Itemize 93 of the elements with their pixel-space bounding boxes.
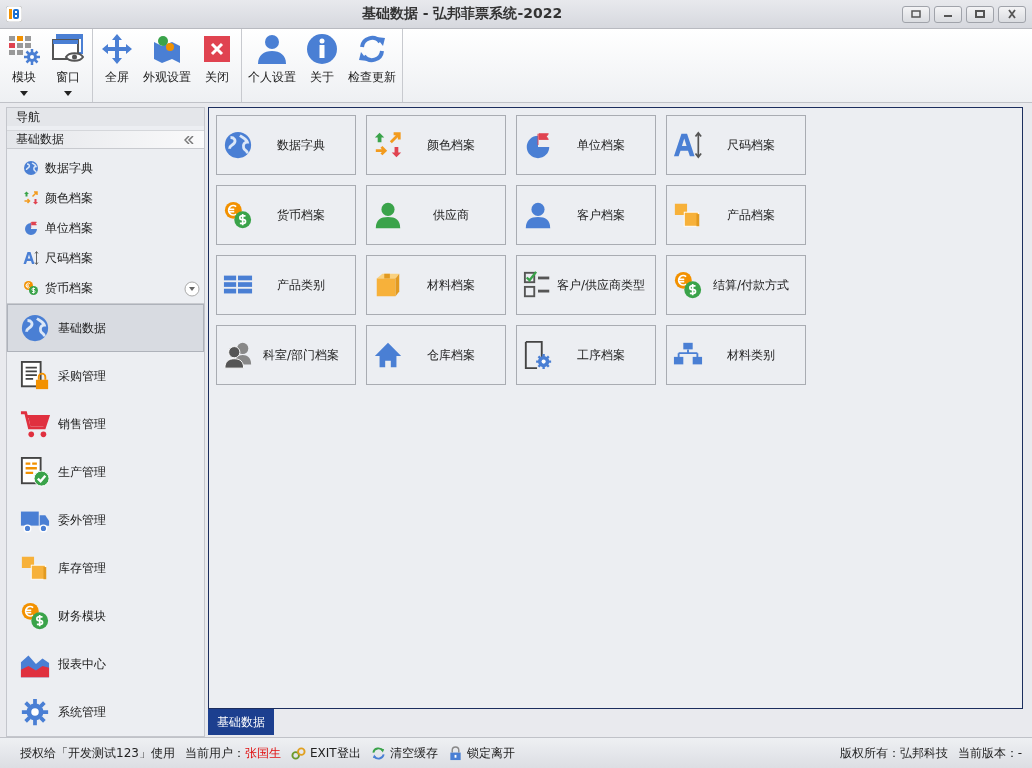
tile-button[interactable]: 供应商 <box>366 185 506 245</box>
user-icon <box>256 33 288 65</box>
link-icon <box>290 745 306 761</box>
nav-item[interactable]: 数据字典 <box>7 153 204 183</box>
pie-flag-icon <box>23 220 39 236</box>
refresh-icon <box>356 33 388 65</box>
arrows-icon <box>373 130 403 160</box>
nav-item[interactable]: 颜色档案 <box>7 183 204 213</box>
window-title: 基础数据 - 弘邦菲票系统-2022 <box>360 5 564 23</box>
current-user-label: 当前用户： <box>184 744 245 762</box>
tile-button[interactable]: 货币档案 <box>216 185 356 245</box>
copyright-text: 版权所有：弘邦科技 <box>839 744 948 762</box>
maximize-icon <box>974 9 986 19</box>
document-gear-icon <box>523 340 553 370</box>
nav-header: 导航 <box>7 108 204 126</box>
tile-button[interactable]: 材料档案 <box>366 255 506 315</box>
module-item[interactable]: 委外管理 <box>7 496 204 544</box>
module-grid-icon <box>8 33 40 65</box>
nav-item[interactable]: 货币档案 <box>7 273 204 303</box>
current-user-name: 张国生 <box>244 744 281 762</box>
tile-button[interactable]: 客户档案 <box>516 185 656 245</box>
tile-button[interactable]: 结算/付款方式 <box>666 255 806 315</box>
frame-icon <box>910 9 922 19</box>
toolbar-button[interactable]: 模块 <box>2 29 46 102</box>
tile-button[interactable]: 产品类别 <box>216 255 356 315</box>
person-icon <box>373 200 403 230</box>
close-icon <box>1006 9 1018 19</box>
coins-icon <box>23 280 39 296</box>
size-icon <box>23 250 39 266</box>
coins-icon <box>20 601 50 631</box>
status-action-button[interactable]: EXIT登出 <box>290 744 361 762</box>
nav-group-title: 基础数据 <box>16 131 64 148</box>
tile-button[interactable]: 科室/部门档案 <box>216 325 356 385</box>
nav-item[interactable]: 单位档案 <box>7 213 204 243</box>
arrows-icon <box>23 190 39 206</box>
tile-button[interactable]: 数据字典 <box>216 115 356 175</box>
close-icon <box>201 33 233 65</box>
tile-button[interactable]: 客户/供应商类型 <box>516 255 656 315</box>
coins-icon <box>223 200 253 230</box>
toolbar-button[interactable]: 检查更新 <box>344 29 400 102</box>
toolbar-button[interactable]: 窗口 <box>46 29 90 102</box>
person-icon <box>523 200 553 230</box>
document-tab[interactable]: 基础数据 <box>208 709 274 735</box>
module-item[interactable]: 采购管理 <box>7 352 204 400</box>
maximize-button[interactable] <box>966 5 994 23</box>
tile-button[interactable]: 产品档案 <box>666 185 806 245</box>
globe-icon <box>223 130 253 160</box>
status-action-button[interactable]: 锁定离开 <box>447 744 515 762</box>
globe-icon <box>23 160 39 176</box>
module-item[interactable]: 基础数据 <box>7 304 204 352</box>
toolbar-button[interactable]: 个人设置 <box>244 29 300 102</box>
module-item[interactable]: 财务模块 <box>7 592 204 640</box>
move-arrows-icon <box>101 33 133 65</box>
globe-icon <box>20 313 50 343</box>
people-icon <box>223 340 253 370</box>
license-text: 授权给「开发测试123」使用 <box>20 744 175 762</box>
tile-button[interactable]: 颜色档案 <box>366 115 506 175</box>
toolbar-button[interactable]: 关闭 <box>195 29 239 102</box>
recycle-icon <box>370 745 386 761</box>
scroll-down-icon[interactable] <box>184 281 200 297</box>
fullscreen-button[interactable] <box>902 5 930 23</box>
close-button[interactable] <box>998 5 1026 23</box>
lock-icon <box>447 745 463 761</box>
module-item[interactable]: 报表中心 <box>7 640 204 688</box>
collapse-icon[interactable] <box>184 135 194 144</box>
minimize-button[interactable] <box>934 5 962 23</box>
tile-button[interactable]: 单位档案 <box>516 115 656 175</box>
module-item[interactable]: 销售管理 <box>7 400 204 448</box>
window-eye-icon <box>52 33 84 65</box>
cart-icon <box>20 409 50 439</box>
tile-button[interactable]: 材料类别 <box>666 325 806 385</box>
app-logo-icon <box>6 6 22 22</box>
status-action-button[interactable]: 清空缓存 <box>370 744 438 762</box>
module-item[interactable]: 系统管理 <box>7 688 204 736</box>
module-item[interactable]: 库存管理 <box>7 544 204 592</box>
version-text: 当前版本：- <box>957 744 1022 762</box>
coins-icon <box>673 270 703 300</box>
nav-group-header[interactable]: 基础数据 <box>7 130 204 149</box>
nav-item[interactable]: 尺码档案 <box>7 243 204 273</box>
toolbar-button[interactable]: 关于 <box>300 29 344 102</box>
map-pins-icon <box>151 33 183 65</box>
settings-icon <box>20 697 50 727</box>
size-icon <box>673 130 703 160</box>
document-lock-icon <box>20 361 50 391</box>
module-item[interactable]: 生产管理 <box>7 448 204 496</box>
tile-button[interactable]: 尺码档案 <box>666 115 806 175</box>
tile-button[interactable]: 仓库档案 <box>366 325 506 385</box>
house-icon <box>373 340 403 370</box>
list-check-icon <box>20 457 50 487</box>
info-icon <box>306 33 338 65</box>
toolbar-button[interactable]: 全屏 <box>95 29 139 102</box>
toolbar-button[interactable]: 外观设置 <box>139 29 195 102</box>
tile-button[interactable]: 工序档案 <box>516 325 656 385</box>
